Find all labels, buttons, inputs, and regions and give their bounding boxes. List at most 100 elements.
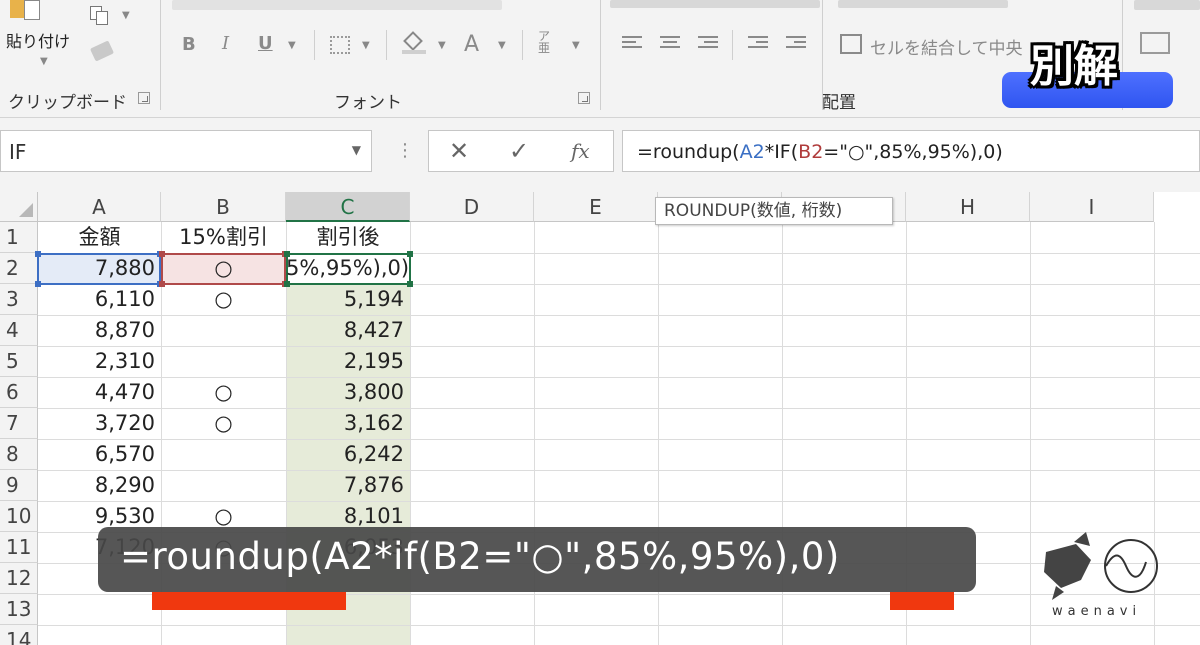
paste-dropdown-icon[interactable]: ▼ xyxy=(40,56,48,67)
font-color-icon[interactable]: A xyxy=(464,32,479,57)
fill-color-icon[interactable] xyxy=(402,31,426,54)
copy-dropdown-icon[interactable]: ▼ xyxy=(122,10,130,21)
row-header-9[interactable]: 9 xyxy=(0,470,38,501)
selection-handle-b2[interactable] xyxy=(159,281,165,287)
row-header-13[interactable]: 13 xyxy=(0,594,38,625)
font-color-dropdown-icon[interactable]: ▼ xyxy=(498,40,506,51)
amount-cell[interactable]: 2,310 xyxy=(38,346,161,377)
clipboard-launcher-icon[interactable] xyxy=(138,92,150,104)
editing-cell-text[interactable]: 5%,95%),0) xyxy=(286,253,410,284)
selection-handle-a2[interactable] xyxy=(35,251,41,257)
discounted-cell[interactable]: 7,876 xyxy=(286,470,410,501)
discount-flag-cell[interactable]: ○ xyxy=(161,253,286,284)
row-header-7[interactable]: 7 xyxy=(0,408,38,439)
row-header-3[interactable]: 3 xyxy=(0,284,38,315)
discount-flag-cell[interactable]: ○ xyxy=(161,408,286,439)
discount-flag-cell[interactable] xyxy=(161,470,286,501)
number-format-box[interactable] xyxy=(1134,0,1200,10)
header-cell-a[interactable]: 金額 xyxy=(38,222,161,253)
amount-cell[interactable]: 6,110 xyxy=(38,284,161,315)
column-header-i[interactable]: I xyxy=(1030,192,1154,222)
number-format-icon[interactable] xyxy=(1140,32,1170,54)
discount-flag-cell[interactable] xyxy=(161,315,286,346)
align-center-icon[interactable] xyxy=(660,36,680,52)
bold-button[interactable]: B xyxy=(182,34,196,55)
column-header-d[interactable]: D xyxy=(410,192,534,222)
amount-cell[interactable]: 4,470 xyxy=(38,377,161,408)
column-header-h[interactable]: H xyxy=(906,192,1030,222)
decrease-indent-icon[interactable] xyxy=(748,36,768,52)
row-header-1[interactable]: 1 xyxy=(0,222,38,253)
font-launcher-icon[interactable] xyxy=(578,92,590,104)
wrap-text-button[interactable] xyxy=(838,0,1008,8)
discounted-cell[interactable]: 5,194 xyxy=(286,284,410,315)
discounted-cell[interactable]: 3,162 xyxy=(286,408,410,439)
underline-dropdown-icon[interactable]: ▼ xyxy=(288,40,296,51)
column-header-b[interactable]: B xyxy=(161,192,286,222)
row-header-10[interactable]: 10 xyxy=(0,501,38,532)
amount-cell[interactable]: 7,880 xyxy=(38,253,161,284)
merge-icon[interactable] xyxy=(840,34,862,54)
amount-cell[interactable]: 3,720 xyxy=(38,408,161,439)
alignment-group-label: 配置 xyxy=(822,93,856,113)
format-painter-icon[interactable] xyxy=(89,40,115,62)
paste-icon[interactable] xyxy=(10,0,42,20)
group-divider xyxy=(600,0,601,110)
column-header-c[interactable]: C xyxy=(286,192,410,222)
amount-cell[interactable]: 8,290 xyxy=(38,470,161,501)
copy-icon[interactable] xyxy=(90,6,110,26)
formula-input[interactable]: =roundup(A2*IF(B2="○",85%,95%),0) xyxy=(622,130,1200,172)
discount-flag-cell[interactable]: ○ xyxy=(161,377,286,408)
italic-button[interactable]: I xyxy=(222,33,229,54)
selection-handle-b2[interactable] xyxy=(159,251,165,257)
row-header-11[interactable]: 11 xyxy=(0,532,38,563)
select-all-button[interactable] xyxy=(0,192,38,222)
header-cell-b[interactable]: 15%割引 xyxy=(161,222,286,253)
row-header-14[interactable]: 14 xyxy=(0,625,38,645)
cancel-icon[interactable]: ✕ xyxy=(449,137,469,165)
row-header-2[interactable]: 2 xyxy=(0,253,38,284)
formula-prefix: =roundup( xyxy=(637,141,740,163)
font-divider xyxy=(386,30,387,60)
discounted-cell[interactable]: 2,195 xyxy=(286,346,410,377)
phonetic-icon[interactable]: ア亜 xyxy=(538,30,554,56)
insert-function-icon[interactable]: fx xyxy=(571,139,590,163)
merge-center-button[interactable]: セルを結合して中央 xyxy=(870,34,1023,59)
column-header-a[interactable]: A xyxy=(38,192,161,222)
discount-flag-cell[interactable] xyxy=(161,439,286,470)
align-right-icon[interactable] xyxy=(698,36,718,52)
border-dropdown-icon[interactable]: ▼ xyxy=(362,40,370,51)
discount-flag-cell[interactable] xyxy=(161,346,286,377)
clipboard-group-label: クリップボード xyxy=(8,93,127,113)
paste-button[interactable]: 貼り付け xyxy=(6,28,70,52)
phonetic-dropdown-icon[interactable]: ▼ xyxy=(572,40,580,51)
amount-cell[interactable]: 8,870 xyxy=(38,315,161,346)
selection-handle-c2[interactable] xyxy=(284,281,290,287)
selection-handle-a2[interactable] xyxy=(35,281,41,287)
discount-flag-cell[interactable]: ○ xyxy=(161,284,286,315)
selection-handle-c2[interactable] xyxy=(407,251,413,257)
enter-icon[interactable]: ✓ xyxy=(509,137,529,165)
row-header-6[interactable]: 6 xyxy=(0,377,38,408)
underline-button[interactable]: U xyxy=(258,33,273,54)
row-header-4[interactable]: 4 xyxy=(0,315,38,346)
header-cell-c[interactable]: 割引後 xyxy=(286,222,410,253)
fill-color-dropdown-icon[interactable]: ▼ xyxy=(438,40,446,51)
align-left-icon[interactable] xyxy=(622,36,642,52)
column-header-e[interactable]: E xyxy=(534,192,658,222)
row-header-5[interactable]: 5 xyxy=(0,346,38,377)
row-header-8[interactable]: 8 xyxy=(0,439,38,470)
discounted-cell[interactable]: 8,427 xyxy=(286,315,410,346)
amount-cell[interactable]: 6,570 xyxy=(38,439,161,470)
increase-indent-icon[interactable] xyxy=(786,36,806,52)
chevron-down-icon[interactable]: ▼ xyxy=(352,143,361,157)
discounted-cell[interactable]: 6,242 xyxy=(286,439,410,470)
selection-handle-c2[interactable] xyxy=(284,251,290,257)
discounted-cell[interactable]: 3,800 xyxy=(286,377,410,408)
formula-bar-grip-icon[interactable]: ⋮ xyxy=(396,140,414,161)
selection-handle-c2[interactable] xyxy=(407,281,413,287)
name-box[interactable]: IF ▼ xyxy=(0,130,372,172)
font-name-box[interactable] xyxy=(172,0,502,10)
row-header-12[interactable]: 12 xyxy=(0,563,38,594)
border-icon[interactable] xyxy=(330,36,350,54)
